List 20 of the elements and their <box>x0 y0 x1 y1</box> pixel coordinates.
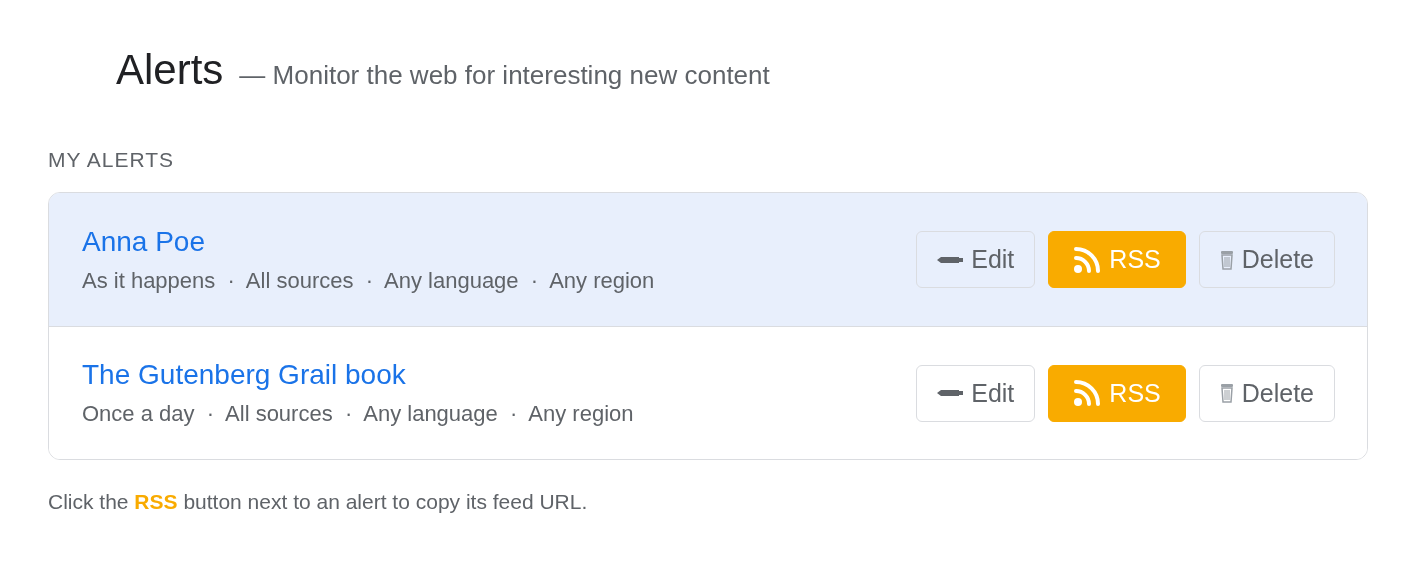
alert-details: As it happens · All sources · Any language · Any region <box>82 267 655 294</box>
pencil-icon <box>937 254 964 265</box>
section-label: MY ALERTS <box>48 148 175 172</box>
alert-name-link[interactable]: Anna Poe <box>82 225 655 258</box>
trash-icon <box>1219 249 1234 270</box>
rss-icon <box>1073 245 1102 274</box>
pencil-icon <box>937 388 964 398</box>
alert-name-link[interactable]: The Gutenberg Grail book <box>82 359 634 391</box>
alert-row[interactable]: Anna Poe As it happens · All sources · Any language · Any region Edit RSS Delete <box>49 193 1367 326</box>
rss-icon <box>1073 379 1102 407</box>
trash-icon <box>1219 383 1234 403</box>
edit-button[interactable]: Edit <box>916 231 1036 288</box>
delete-button[interactable]: Delete <box>1198 231 1335 288</box>
page-subtitle: — Monitor the web for interesting new content <box>239 60 770 91</box>
footer-note: Click the RSS button next to an alert to copy its feed URL. <box>48 490 589 514</box>
page-title: Alerts <box>116 46 224 94</box>
alert-row[interactable]: The Gutenberg Grail book Once a day · All sources · Any language · Any region Edit RSS Delete <box>49 326 1367 459</box>
alert-details: Once a day · All sources · Any language · Any region <box>82 401 634 427</box>
edit-button[interactable]: Edit <box>916 364 1036 422</box>
delete-button[interactable]: Delete <box>1198 364 1335 422</box>
